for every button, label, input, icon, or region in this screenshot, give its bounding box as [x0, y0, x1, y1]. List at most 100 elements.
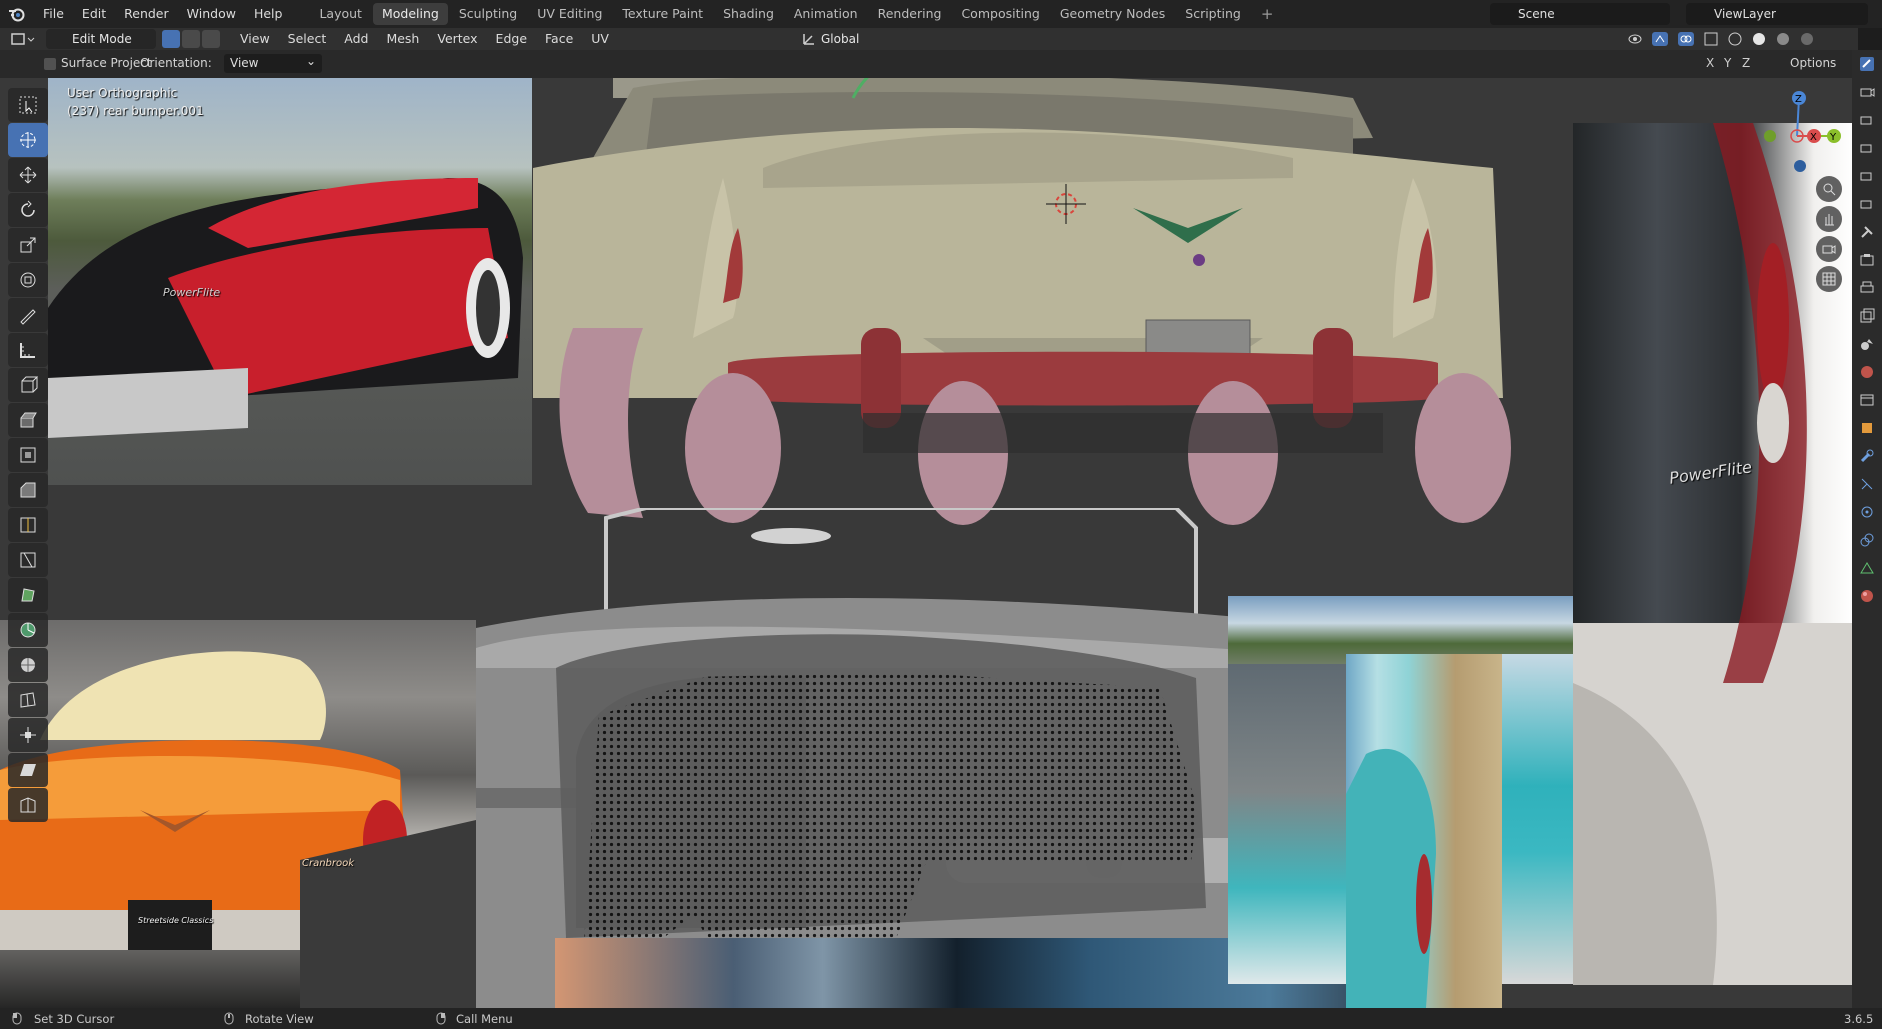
- tab-texture-paint[interactable]: Texture Paint: [613, 3, 712, 25]
- gizmo-toggle-icon[interactable]: [1652, 32, 1668, 46]
- edge-slide-tool[interactable]: [8, 683, 48, 717]
- orientation-dropdown[interactable]: View: [224, 54, 322, 73]
- tab-modeling[interactable]: Modeling: [372, 3, 448, 25]
- particles-properties-tab[interactable]: [1852, 470, 1882, 498]
- menu-window[interactable]: Window: [178, 0, 245, 28]
- zoom-view-button[interactable]: [1816, 176, 1842, 202]
- object-properties-tab[interactable]: [1852, 414, 1882, 442]
- perspective-toggle-button[interactable]: [1816, 266, 1842, 292]
- tab-animation[interactable]: Animation: [785, 3, 867, 25]
- header-menu-face[interactable]: Face: [536, 28, 582, 50]
- editor-type-icon[interactable]: [10, 31, 36, 47]
- view-layer-selector[interactable]: ViewLayer: [1686, 3, 1868, 25]
- pan-view-button[interactable]: [1816, 206, 1842, 232]
- axis-z-toggle[interactable]: Z: [1742, 56, 1750, 70]
- tab-geometry-nodes[interactable]: Geometry Nodes: [1051, 3, 1174, 25]
- visibility-icon[interactable]: [1628, 32, 1642, 46]
- loop-cut-tool[interactable]: [8, 508, 48, 542]
- reference-image-teal-fender[interactable]: [1346, 654, 1502, 1008]
- render-outline-tab[interactable]: [1852, 106, 1882, 134]
- camera-outline-tab-2[interactable]: [1852, 134, 1882, 162]
- rotate-tool[interactable]: [8, 193, 48, 227]
- tab-scripting[interactable]: Scripting: [1176, 3, 1250, 25]
- xray-icon[interactable]: [1704, 32, 1718, 46]
- camera-outline-tab-3[interactable]: [1852, 162, 1882, 190]
- face-select-button[interactable]: [202, 30, 220, 48]
- smooth-tool[interactable]: [8, 648, 48, 682]
- edge-select-button[interactable]: [182, 30, 200, 48]
- transform-orientation-dropdown[interactable]: Global: [821, 28, 859, 50]
- scene-name[interactable]: Scene: [1490, 7, 1555, 21]
- material-shading-icon[interactable]: [1776, 32, 1790, 46]
- view-layer-properties-tab[interactable]: [1852, 302, 1882, 330]
- camera-outline-tab-4[interactable]: [1852, 190, 1882, 218]
- header-menu-uv[interactable]: UV: [582, 28, 618, 50]
- modifier-properties-tab[interactable]: [1852, 442, 1882, 470]
- options-dropdown[interactable]: Options: [1790, 56, 1836, 70]
- header-menu-vertex[interactable]: Vertex: [428, 28, 486, 50]
- header-menu-view[interactable]: View: [231, 28, 279, 50]
- overlay-toggle-icon[interactable]: [1678, 32, 1694, 46]
- render-properties-tab[interactable]: [1852, 246, 1882, 274]
- header-menu-mesh[interactable]: Mesh: [377, 28, 428, 50]
- tab-rendering[interactable]: Rendering: [869, 3, 951, 25]
- solid-shading-icon[interactable]: [1752, 32, 1766, 46]
- menu-file[interactable]: File: [34, 0, 73, 28]
- blender-logo-icon[interactable]: [0, 0, 34, 28]
- tab-compositing[interactable]: Compositing: [952, 3, 1048, 25]
- camera-view-button[interactable]: [1816, 236, 1842, 262]
- tool-settings-tab[interactable]: [1852, 218, 1882, 246]
- inset-tool[interactable]: [8, 438, 48, 472]
- scene-selector[interactable]: Scene: [1490, 3, 1670, 25]
- axis-x-toggle[interactable]: X: [1706, 56, 1714, 70]
- measure-tool[interactable]: [8, 333, 48, 367]
- collection-properties-tab[interactable]: [1852, 386, 1882, 414]
- tab-layout[interactable]: Layout: [310, 3, 371, 25]
- data-properties-tab[interactable]: [1852, 554, 1882, 582]
- add-cube-tool[interactable]: [8, 368, 48, 402]
- 3d-viewport[interactable]: PowerFlite User Orthographic (237) rear …: [0, 78, 1852, 1008]
- tab-shading[interactable]: Shading: [714, 3, 783, 25]
- scale-tool[interactable]: [8, 228, 48, 262]
- vertex-select-button[interactable]: [162, 30, 180, 48]
- constraints-properties-tab[interactable]: [1852, 526, 1882, 554]
- menu-help[interactable]: Help: [245, 0, 292, 28]
- rendered-shading-icon[interactable]: [1800, 32, 1814, 46]
- world-properties-tab[interactable]: [1852, 358, 1882, 386]
- tab-uv-editing[interactable]: UV Editing: [528, 3, 611, 25]
- add-workspace-button[interactable]: +: [1252, 3, 1283, 25]
- surface-project-checkbox[interactable]: [44, 58, 56, 70]
- menu-render[interactable]: Render: [115, 0, 178, 28]
- knife-tool[interactable]: [8, 543, 48, 577]
- select-box-tool[interactable]: [8, 88, 48, 122]
- material-properties-tab[interactable]: [1852, 582, 1882, 610]
- menu-edit[interactable]: Edit: [73, 0, 115, 28]
- annotate-tool[interactable]: [8, 298, 48, 332]
- scene-properties-tab[interactable]: [1852, 330, 1882, 358]
- tool-properties-tab[interactable]: [1852, 50, 1882, 78]
- transform-tool[interactable]: [8, 263, 48, 297]
- poly-build-tool[interactable]: [8, 578, 48, 612]
- shrink-fatten-tool[interactable]: [8, 718, 48, 752]
- physics-properties-tab[interactable]: [1852, 498, 1882, 526]
- header-menu-add[interactable]: Add: [335, 28, 377, 50]
- reference-image-teal-side[interactable]: [1502, 654, 1573, 984]
- shear-tool[interactable]: [8, 753, 48, 787]
- reference-image-teal-tail[interactable]: [1228, 664, 1346, 984]
- rip-region-tool[interactable]: [8, 788, 48, 822]
- wireframe-shading-icon[interactable]: [1728, 32, 1742, 46]
- reference-image-rear-fender-closeup[interactable]: PowerFlite: [1573, 123, 1852, 985]
- move-tool[interactable]: [8, 158, 48, 192]
- view-layer-name[interactable]: ViewLayer: [1686, 7, 1776, 21]
- spin-tool[interactable]: [8, 613, 48, 647]
- camera-outline-tab[interactable]: [1852, 78, 1882, 106]
- navigation-gizmo[interactable]: Z X Y: [1752, 86, 1842, 174]
- reference-image-convertible-red[interactable]: PowerFlite: [48, 78, 532, 485]
- header-menu-edge[interactable]: Edge: [487, 28, 536, 50]
- extrude-tool[interactable]: [8, 403, 48, 437]
- mode-dropdown[interactable]: Edit Mode: [46, 29, 156, 49]
- bevel-tool[interactable]: [8, 473, 48, 507]
- output-properties-tab[interactable]: [1852, 274, 1882, 302]
- reference-image-orange-car[interactable]: Streetside Classics Cranbrook: [0, 620, 476, 1008]
- header-menu-select[interactable]: Select: [279, 28, 336, 50]
